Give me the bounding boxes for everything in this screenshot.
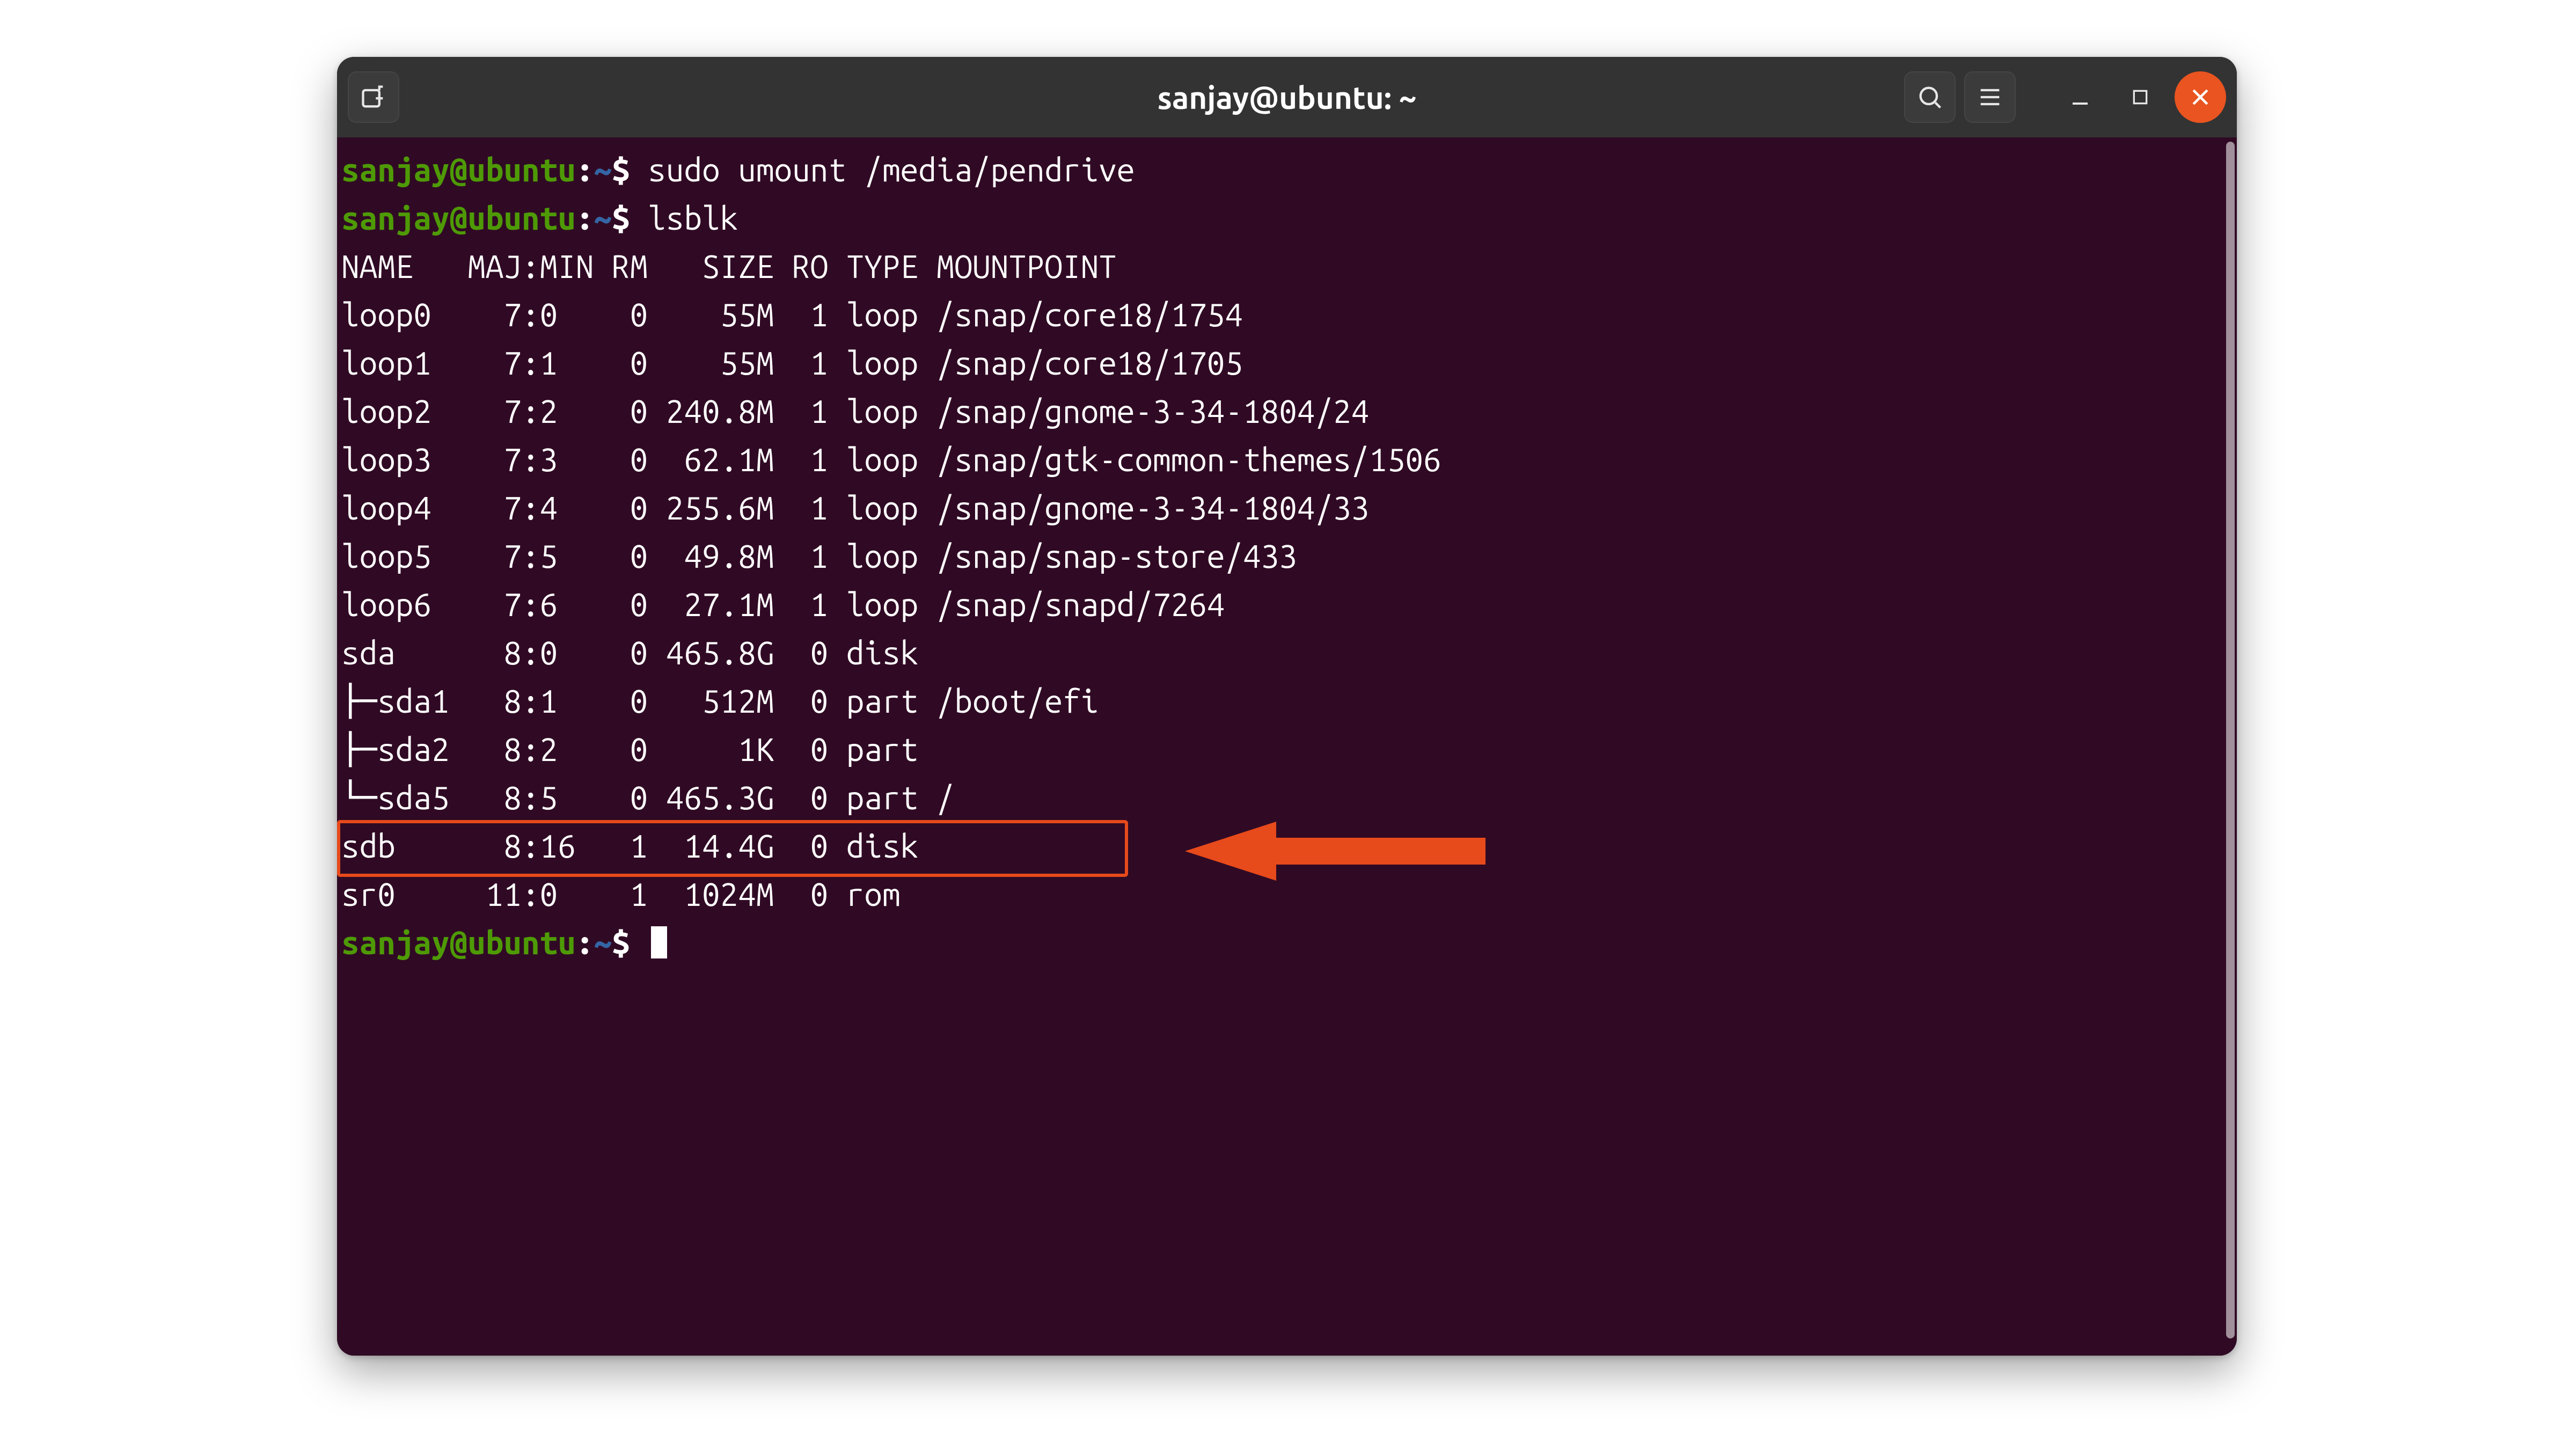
lsblk-row: sdb 8:16 1 14.4G 0 disk [341,822,2226,870]
prompt-user: sanjay [341,152,450,188]
lsblk-row: loop6 7:6 0 27.1M 1 loop /snap/snapd/726… [341,581,2226,629]
command-text: sudo umount /media/pendrive [630,152,1135,188]
prompt-colon: : [576,200,594,236]
search-button[interactable] [1904,71,1956,123]
prompt-at: @ [450,152,468,188]
window-titlebar: sanjay@ubuntu: ~ [337,57,2237,137]
lsblk-row: loop4 7:4 0 255.6M 1 loop /snap/gnome-3-… [341,484,2226,532]
prompt-host: ubuntu [467,200,576,236]
lsblk-row: ├─sda1 8:1 0 512M 0 part /boot/efi [341,677,2226,726]
scrollbar-thumb[interactable] [2226,142,2235,1338]
prompt-at: @ [450,200,468,236]
close-icon [2189,85,2212,109]
terminal-window: sanjay@ubuntu: ~ [337,57,2237,1356]
cursor [651,926,667,958]
prompt-path: ~ [594,200,612,236]
lsblk-row: sr0 11:0 1 1024M 0 rom [341,870,2226,919]
prompt-path: ~ [594,925,612,961]
prompt-symbol: $ [612,200,630,236]
prompt-line: sanjay@ubuntu:~$ lsblk [341,194,2226,243]
new-tab-button[interactable] [348,71,399,123]
terminal-body[interactable]: sanjay@ubuntu:~$ sudo umount /media/pend… [337,137,2237,1356]
lsblk-row: loop0 7:0 0 55M 1 loop /snap/core18/1754 [341,291,2226,339]
lsblk-row: └─sda5 8:5 0 465.3G 0 part / [341,774,2226,822]
lsblk-row: loop3 7:3 0 62.1M 1 loop /snap/gtk-commo… [341,436,2226,484]
new-tab-icon [360,83,387,111]
prompt-line: sanjay@ubuntu:~$ sudo umount /media/pend… [341,146,2226,194]
menu-button[interactable] [1964,71,2016,123]
minimize-button[interactable] [2054,71,2106,123]
prompt-host: ubuntu [467,152,576,188]
prompt-colon: : [576,925,594,961]
maximize-button[interactable] [2114,71,2166,123]
prompt-path: ~ [594,152,612,188]
lsblk-row: ├─sda2 8:2 0 1K 0 part [341,726,2226,774]
prompt-user: sanjay [341,925,450,961]
prompt-symbol: $ [612,925,630,961]
lsblk-row: sda 8:0 0 465.8G 0 disk [341,629,2226,677]
close-button[interactable] [2175,71,2226,123]
prompt-user: sanjay [341,200,450,236]
prompt-line: sanjay@ubuntu:~$ [341,919,2226,967]
prompt-host: ubuntu [467,925,576,961]
lsblk-row: loop5 7:5 0 49.8M 1 loop /snap/snap-stor… [341,532,2226,581]
prompt-at: @ [450,925,468,961]
maximize-icon [2129,86,2151,108]
lsblk-row: loop2 7:2 0 240.8M 1 loop /snap/gnome-3-… [341,387,2226,436]
lsblk-row: loop1 7:1 0 55M 1 loop /snap/core18/1705 [341,339,2226,387]
search-icon [1916,83,1944,111]
hamburger-menu-icon [1976,83,2004,111]
command-text: lsblk [630,200,738,236]
prompt-symbol: $ [612,152,630,188]
command-text [630,925,648,961]
lsblk-header: NAME MAJ:MIN RM SIZE RO TYPE MOUNTPOINT [341,243,2226,291]
prompt-colon: : [576,152,594,188]
minimize-icon [2067,84,2093,110]
